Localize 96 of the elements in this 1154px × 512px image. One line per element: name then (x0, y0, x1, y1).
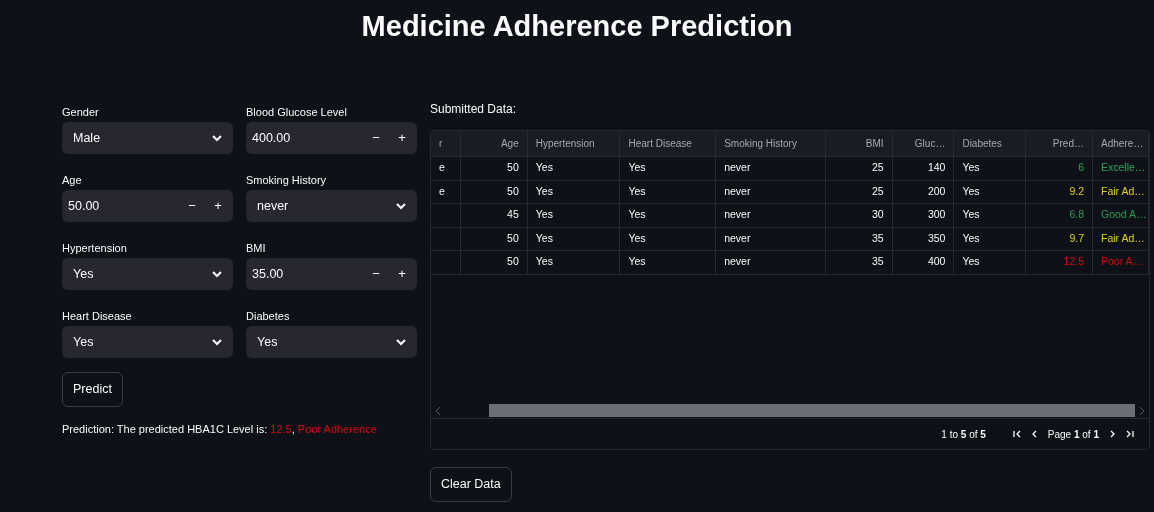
table-cell-text: 50 (507, 183, 519, 199)
field-label: Diabetes (246, 310, 291, 322)
table-cell-text: 140 (927, 160, 946, 176)
column-header[interactable]: Heart Disease (628, 136, 692, 151)
table-cell-text: Yes (962, 254, 980, 270)
number-input[interactable]: 400.00 (246, 128, 363, 148)
page-title: Medicine Adherence Prediction (361, 9, 793, 44)
table-cell-text: Poor A… (1101, 254, 1143, 270)
field-label: Age (62, 174, 83, 186)
table-cell-text: never (724, 230, 751, 246)
table-cell-text: 12.5 (1063, 254, 1084, 270)
table-cell-text: Yes (535, 207, 553, 223)
table-cell-text: 25 (871, 160, 884, 176)
select-field[interactable]: never (246, 190, 417, 222)
table-cell-text: 6 (1078, 160, 1084, 176)
last-page-icon[interactable] (1125, 429, 1135, 439)
table-cell-text: Excelle… (1101, 160, 1146, 176)
table-cell-text: Fair Ad… (1101, 183, 1145, 199)
table-cell-text: Yes (962, 230, 980, 246)
table-cell-text: Yes (535, 160, 553, 176)
chevron-down-icon (212, 270, 222, 278)
table-cell-text: 50 (507, 160, 519, 176)
table-cell-text: Yes (535, 230, 553, 246)
decrement-button[interactable]: − (363, 264, 389, 284)
table-cell-text: Yes (628, 207, 646, 223)
field-label: Gender (62, 106, 100, 118)
increment-button[interactable]: + (389, 128, 415, 148)
table-cell-text: never (724, 183, 751, 199)
table-cell-text: 6.8 (1069, 207, 1084, 223)
column-header[interactable]: Gluc… (914, 136, 946, 151)
select-field[interactable]: Yes (246, 326, 417, 358)
increment-button[interactable]: + (205, 196, 231, 216)
table-cell-text: never (724, 254, 751, 270)
column-header[interactable]: r (439, 136, 443, 151)
first-page-icon[interactable] (1011, 429, 1022, 439)
table-cell-text: Yes (628, 230, 646, 246)
column-header[interactable]: Smoking History (724, 136, 797, 151)
field-label: Smoking History (246, 174, 328, 186)
field-label: Hypertension (62, 242, 128, 254)
column-header[interactable]: Diabetes (962, 136, 1002, 151)
column-header[interactable]: BMI (865, 136, 884, 151)
select-field[interactable]: Yes (62, 258, 233, 290)
table-cell-text: 9.2 (1069, 183, 1084, 199)
page-indicator: Page 1 of 1 (1047, 427, 1099, 442)
table-cell-text: 50 (507, 254, 519, 270)
column-header[interactable]: Hypertension (535, 136, 595, 151)
table-cell-text: Yes (962, 207, 980, 223)
chevron-down-icon (396, 202, 406, 210)
table-cell-text: Yes (628, 183, 646, 199)
column-header[interactable]: Pred… (1052, 136, 1084, 151)
table-cell-text: 30 (871, 207, 884, 223)
decrement-button[interactable]: − (179, 196, 205, 216)
table-cell-text: 45 (507, 207, 519, 223)
table-cell-text: never (724, 207, 751, 223)
scrollbar-thumb[interactable] (489, 404, 1135, 417)
scroll-right-icon[interactable] (1137, 405, 1147, 416)
section-label: Submitted Data: (430, 101, 518, 118)
row-count: 1 to 5 of 5 (941, 427, 986, 442)
scroll-left-icon[interactable] (433, 405, 443, 416)
table-cell-text: Yes (535, 254, 553, 270)
table-cell-text: 50 (507, 230, 519, 246)
predict-button[interactable]: Predict (62, 372, 123, 407)
table-cell-text: 35 (871, 230, 884, 246)
increment-button[interactable]: + (389, 264, 415, 284)
table-cell-text: never (724, 160, 751, 176)
table-cell-text: Fair Ad… (1101, 230, 1145, 246)
decrement-button[interactable]: − (363, 128, 389, 148)
table-cell-text: 300 (927, 207, 946, 223)
table-cell-text: Good A… (1101, 207, 1147, 223)
field-label: Blood Glucose Level (246, 106, 348, 118)
chevron-down-icon (212, 134, 222, 142)
select-field[interactable]: Yes (62, 326, 233, 358)
column-header[interactable]: Age (500, 136, 519, 151)
chevron-down-icon (396, 338, 406, 346)
table-cell-text: Yes (962, 183, 980, 199)
table-cell-text: Yes (962, 160, 980, 176)
chevron-down-icon (212, 338, 222, 346)
table-cell-text: Yes (535, 183, 553, 199)
prediction-text: Prediction: The predicted HBA1C Level is: 12.5, Poor Adherence (62, 421, 378, 437)
select-field[interactable]: Male (62, 122, 233, 154)
table-cell-text: 400 (927, 254, 946, 270)
table-cell-text: Yes (628, 254, 646, 270)
field-label: BMI (246, 242, 267, 254)
number-input[interactable]: 35.00 (246, 264, 363, 284)
column-header[interactable]: Adhere… (1101, 136, 1144, 151)
table-cell-text: e (439, 183, 445, 199)
table-cell-text: 25 (871, 183, 884, 199)
number-input[interactable]: 50.00 (62, 196, 179, 216)
table-cell-text: e (439, 160, 445, 176)
table-cell-text: 200 (927, 183, 946, 199)
table-cell-text: Yes (628, 160, 646, 176)
field-label: Heart Disease (62, 310, 133, 322)
table-cell-text: 9.7 (1069, 230, 1084, 246)
table-cell-text: 350 (927, 230, 946, 246)
clear-data-button[interactable]: Clear Data (430, 467, 512, 502)
table-cell-text: 35 (871, 254, 884, 270)
